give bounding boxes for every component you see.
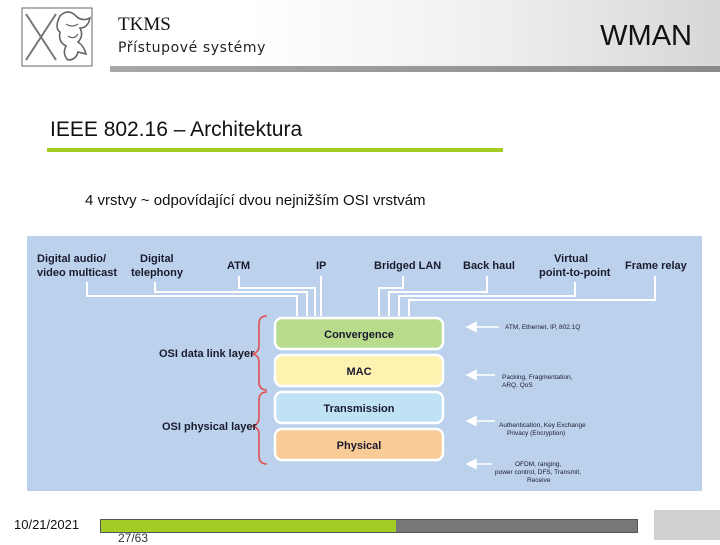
architecture-diagram: Digital audio/ video multicast Digital t… bbox=[27, 236, 702, 491]
service-label-virtual-1: Virtual bbox=[554, 253, 588, 265]
layer-stack: Convergence MAC Transmission Physical bbox=[273, 316, 445, 462]
architecture-diagram-svg: Digital audio/ video multicast Digital t… bbox=[37, 253, 688, 484]
data-link-brace-icon bbox=[250, 315, 268, 391]
service-label-telephony-1: Digital bbox=[140, 253, 174, 265]
note-transmission-line-1: Authentication, Key Exchange bbox=[499, 422, 586, 429]
layer-label-transmission: Transmission bbox=[324, 403, 395, 415]
topic-label: WMAN bbox=[600, 20, 692, 52]
footer-date: 10/21/2021 bbox=[14, 517, 80, 532]
note-physical-line-2: power control, DFS, Transmit, bbox=[495, 469, 581, 476]
osi-physical-label: OSI physical layer bbox=[162, 421, 257, 433]
service-label-bridged-lan: Bridged LAN bbox=[374, 260, 441, 272]
note-mac-line-2: ARQ, QoS bbox=[502, 382, 533, 389]
service-label-telephony-2: telephony bbox=[131, 267, 184, 279]
service-label-ip: IP bbox=[316, 260, 326, 272]
service-label-audio-1: Digital audio/ bbox=[37, 253, 106, 265]
note-convergence-line-1: ATM, Ethernet, IP, 802.1Q bbox=[505, 324, 580, 331]
service-label-back-haul: Back haul bbox=[463, 260, 515, 272]
layer-label-physical: Physical bbox=[337, 440, 382, 452]
course-subtitle: Přístupové systémy bbox=[118, 40, 266, 56]
page-number: 27/63 bbox=[118, 531, 149, 545]
slide-title: IEEE 802.16 – Architektura bbox=[50, 118, 303, 141]
note-physical-line-3: Receive bbox=[527, 477, 551, 484]
lead-text: 4 vrstvy ~ odpovídající dvou nejnižším O… bbox=[85, 192, 426, 209]
service-label-virtual-2: point-to-point bbox=[539, 267, 611, 279]
layer-label-mac: MAC bbox=[346, 366, 371, 378]
header-rule bbox=[110, 66, 720, 72]
service-label-audio-2: video multicast bbox=[37, 267, 117, 279]
footer-corner bbox=[654, 510, 720, 540]
note-mac-line-1: Packing, Fragmentation, bbox=[502, 374, 573, 381]
university-lion-logo-icon bbox=[21, 7, 93, 67]
slide-progress-bar bbox=[100, 519, 638, 533]
organization-name: TKMS bbox=[118, 14, 171, 35]
service-label-atm: ATM bbox=[227, 260, 250, 272]
note-physical-line-1: OFDM, ranging, bbox=[515, 461, 561, 468]
service-label-frame-relay: Frame relay bbox=[625, 260, 688, 272]
osi-data-link-label: OSI data link layer bbox=[159, 348, 255, 360]
note-transmission-line-2: Privacy (Encryption) bbox=[507, 430, 565, 437]
layer-label-convergence: Convergence bbox=[324, 329, 394, 341]
title-underline bbox=[47, 148, 503, 152]
slide-header: TKMS Přístupové systémy WMAN bbox=[0, 0, 720, 72]
